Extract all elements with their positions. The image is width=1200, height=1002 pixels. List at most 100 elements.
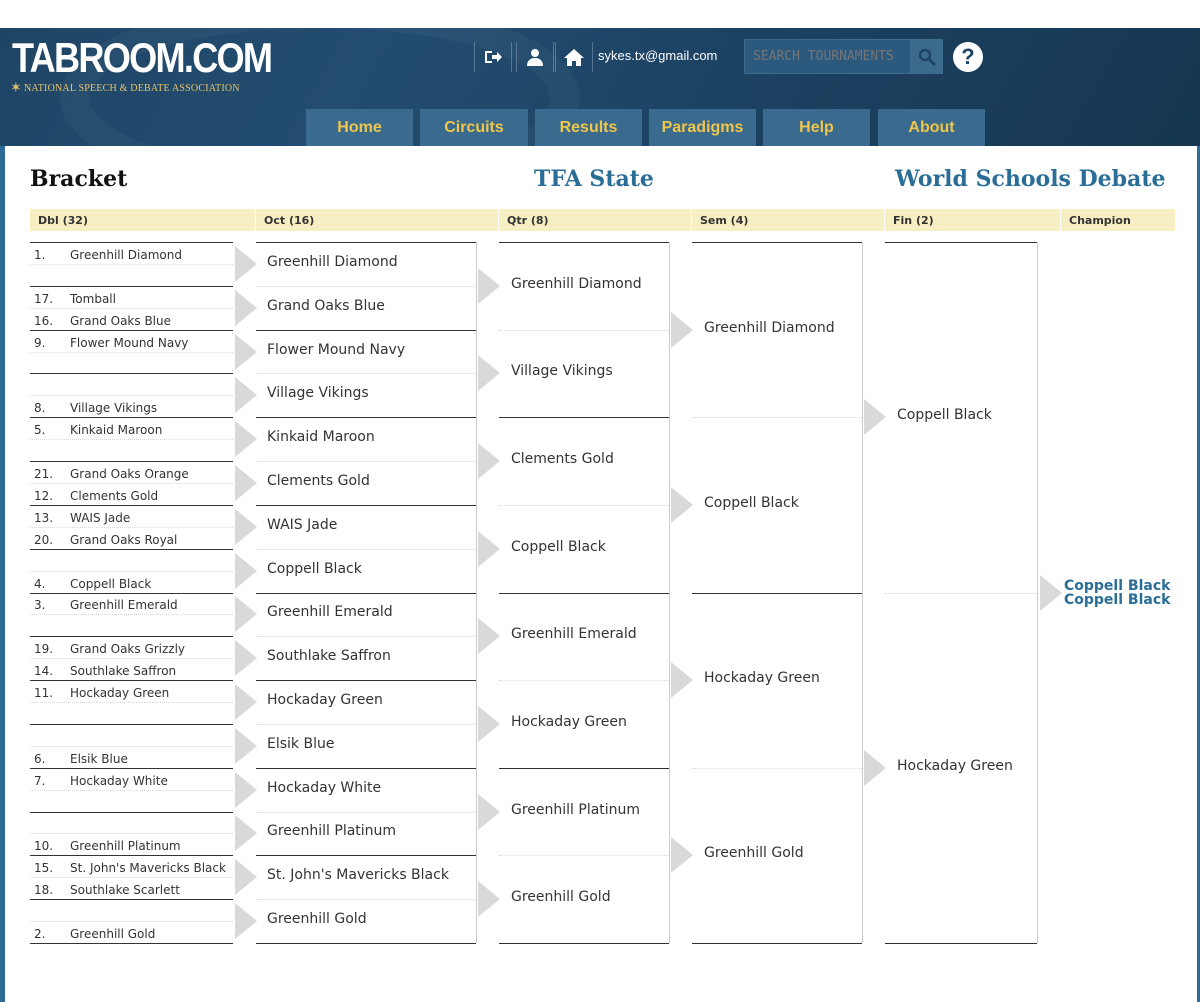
search-button[interactable] [911, 39, 943, 74]
entry-team[interactable]: Village Vikings [70, 401, 157, 415]
entry-team[interactable]: Kinkaid Maroon [70, 423, 162, 437]
doubles-entry[interactable]: 6. Elsik Blue [34, 752, 237, 768]
octos-team[interactable]: Grand Oaks Blue [267, 298, 385, 314]
finals-team[interactable]: Coppell Black [897, 407, 992, 423]
octos-team[interactable]: WAIS Jade [267, 517, 337, 533]
octos-team[interactable]: Hockaday White [267, 780, 381, 796]
doubles-entry[interactable]: 4. Coppell Black [34, 577, 237, 593]
doubles-entry[interactable]: 13. WAIS Jade [34, 511, 237, 527]
doubles-entry[interactable]: 20. Grand Oaks Royal [34, 533, 237, 549]
doubles-entry[interactable]: 9. Flower Mound Navy [34, 336, 237, 352]
doubles-entry[interactable]: 21. Grand Oaks Orange [34, 467, 237, 483]
doubles-entry[interactable]: 5. Kinkaid Maroon [34, 423, 237, 439]
octos-team[interactable]: Southlake Saffron [267, 648, 391, 664]
octos-team[interactable]: Greenhill Platinum [267, 823, 396, 839]
quarters-team[interactable]: Village Vikings [511, 363, 613, 379]
doubles-entry[interactable] [34, 730, 237, 746]
octos-team[interactable]: Flower Mound Navy [267, 342, 405, 358]
doubles-entry[interactable]: 19. Grand Oaks Grizzly [34, 642, 237, 658]
nav-home[interactable]: Home [306, 109, 413, 146]
site-logo[interactable]: TABROOM.COM [12, 34, 273, 82]
octos-team[interactable]: Coppell Black [267, 561, 362, 577]
doubles-entry[interactable]: 2. Greenhill Gold [34, 927, 237, 943]
nav-paradigms[interactable]: Paradigms [649, 109, 756, 146]
logout-button[interactable] [474, 42, 512, 72]
octos-team[interactable]: Kinkaid Maroon [267, 429, 375, 445]
nav-circuits[interactable]: Circuits [420, 109, 528, 146]
doubles-entry[interactable]: 1. Greenhill Diamond [34, 248, 237, 264]
entry-team[interactable]: Grand Oaks Orange [70, 467, 189, 481]
octos-team[interactable]: Greenhill Gold [267, 911, 367, 927]
entry-team[interactable]: Grand Oaks Royal [70, 533, 177, 547]
entry-team[interactable]: Southlake Saffron [70, 664, 176, 678]
semis-team[interactable]: Greenhill Gold [704, 845, 804, 861]
octos-team[interactable]: Greenhill Emerald [267, 604, 393, 620]
champion-team[interactable]: Coppell Black [1064, 592, 1170, 608]
semis-team[interactable]: Coppell Black [704, 495, 799, 511]
doubles-entry[interactable]: 3. Greenhill Emerald [34, 598, 237, 614]
octos-team[interactable]: Village Vikings [267, 385, 369, 401]
semis-team[interactable]: Hockaday Green [704, 670, 820, 686]
quarters-team[interactable]: Greenhill Gold [511, 889, 611, 905]
doubles-entry[interactable] [34, 270, 237, 286]
quarters-team[interactable]: Clements Gold [511, 451, 614, 467]
doubles-entry[interactable] [34, 620, 237, 636]
entry-team[interactable]: Greenhill Emerald [70, 598, 178, 612]
event-name[interactable]: World Schools Debate [895, 166, 1165, 192]
doubles-entry[interactable] [34, 905, 237, 921]
octos-team[interactable]: Clements Gold [267, 473, 370, 489]
doubles-entry[interactable] [34, 379, 237, 395]
doubles-entry[interactable]: 18. Southlake Scarlett [34, 883, 237, 899]
entry-team[interactable]: Grand Oaks Grizzly [70, 642, 185, 656]
entry-team[interactable]: Grand Oaks Blue [70, 314, 171, 328]
entry-team[interactable]: St. John's Mavericks Black [70, 861, 226, 875]
entry-team[interactable]: Coppell Black [70, 577, 151, 591]
account-email-link[interactable]: sykes.tx@gmail.com [598, 48, 717, 63]
entry-team[interactable]: Hockaday Green [70, 686, 169, 700]
doubles-entry[interactable]: 8. Village Vikings [34, 401, 237, 417]
search-input[interactable] [744, 39, 911, 74]
doubles-entry[interactable] [34, 796, 237, 812]
nav-about[interactable]: About [878, 109, 985, 146]
doubles-entry[interactable] [34, 555, 237, 571]
quarters-team[interactable]: Coppell Black [511, 539, 606, 555]
quarters-team[interactable]: Hockaday Green [511, 714, 627, 730]
quarters-team[interactable]: Greenhill Platinum [511, 802, 640, 818]
entry-team[interactable]: Tomball [70, 292, 116, 306]
doubles-entry[interactable]: 10. Greenhill Platinum [34, 839, 237, 855]
quarters-team[interactable]: Greenhill Emerald [511, 626, 637, 642]
doubles-entry[interactable] [34, 708, 237, 724]
doubles-entry[interactable] [34, 818, 237, 834]
doubles-entry[interactable]: 17. Tomball [34, 292, 237, 308]
entry-team[interactable]: Southlake Scarlett [70, 883, 180, 897]
doubles-entry[interactable]: 16. Grand Oaks Blue [34, 314, 237, 330]
doubles-entry[interactable]: 14. Southlake Saffron [34, 664, 237, 680]
entry-team[interactable]: Elsik Blue [70, 752, 128, 766]
quarters-team[interactable]: Greenhill Diamond [511, 276, 642, 292]
octos-team[interactable]: St. John's Mavericks Black [267, 867, 449, 883]
finals-team[interactable]: Hockaday Green [897, 758, 1013, 774]
doubles-entry[interactable] [34, 445, 237, 461]
entry-team[interactable]: Greenhill Gold [70, 927, 155, 941]
nav-help[interactable]: Help [763, 109, 870, 146]
octos-team[interactable]: Hockaday Green [267, 692, 383, 708]
entry-team[interactable]: Greenhill Platinum [70, 839, 181, 853]
doubles-entry[interactable]: 12. Clements Gold [34, 489, 237, 505]
octos-team[interactable]: Elsik Blue [267, 736, 334, 752]
home-button[interactable] [555, 42, 593, 72]
doubles-entry[interactable]: 15. St. John's Mavericks Black [34, 861, 237, 877]
profile-button[interactable] [516, 42, 554, 72]
nav-results[interactable]: Results [535, 109, 642, 146]
entry-team[interactable]: Clements Gold [70, 489, 158, 503]
entry-team[interactable]: Flower Mound Navy [70, 336, 188, 350]
doubles-entry[interactable]: 11. Hockaday Green [34, 686, 237, 702]
help-icon[interactable]: ? [953, 42, 983, 72]
entry-team[interactable]: Hockaday White [70, 774, 168, 788]
entry-team[interactable]: WAIS Jade [70, 511, 130, 525]
doubles-entry[interactable] [34, 357, 237, 373]
doubles-entry[interactable]: 7. Hockaday White [34, 774, 237, 790]
entry-team[interactable]: Greenhill Diamond [70, 248, 182, 262]
semis-team[interactable]: Greenhill Diamond [704, 320, 835, 336]
tournament-name[interactable]: TFA State [534, 166, 654, 192]
octos-team[interactable]: Greenhill Diamond [267, 254, 398, 270]
